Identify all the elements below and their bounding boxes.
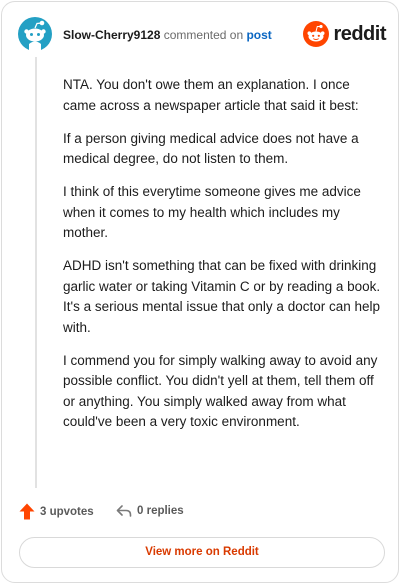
- comment-header: Slow-Cherry9128 commented on post reddit: [18, 17, 388, 53]
- reply-count: 0 replies: [137, 505, 184, 517]
- comment-paragraph: If a person giving medical advice does n…: [63, 130, 359, 167]
- reddit-snoo-icon: [303, 21, 330, 47]
- reply-arrow-icon: [116, 505, 132, 517]
- comment-footer: 3 upvotes 0 replies: [19, 503, 379, 523]
- comment-paragraph: I think of this everytime someone gives …: [63, 184, 361, 240]
- action-text: commented on: [163, 28, 244, 42]
- upvote-arrow-icon: [19, 503, 35, 520]
- username[interactable]: Slow-Cherry9128: [63, 28, 160, 42]
- comment-card: Slow-Cherry9128 commented on post reddit…: [1, 1, 399, 583]
- replies-button[interactable]: 0 replies: [116, 503, 184, 519]
- comment-paragraph: NTA. You don't owe them an explanation. …: [63, 77, 359, 113]
- snoo-avatar-icon: [18, 17, 52, 51]
- reddit-wordmark: reddit: [333, 23, 386, 45]
- upvote-count: 3 upvotes: [40, 505, 94, 518]
- post-link[interactable]: post: [246, 28, 271, 42]
- upvote-button[interactable]: 3 upvotes: [19, 503, 94, 520]
- comment-body: NTA. You don't owe them an explanation. …: [63, 75, 383, 445]
- comment-paragraph: I commend you for simply walking away to…: [63, 352, 378, 430]
- user-avatar[interactable]: [18, 17, 52, 51]
- comment-meta: Slow-Cherry9128 commented on post: [63, 28, 272, 42]
- reddit-brand[interactable]: reddit: [303, 21, 386, 47]
- thread-line: [35, 57, 37, 488]
- comment-paragraph: ADHD isn't something that can be fixed w…: [63, 258, 381, 335]
- view-more-button[interactable]: View more on Reddit: [19, 537, 385, 568]
